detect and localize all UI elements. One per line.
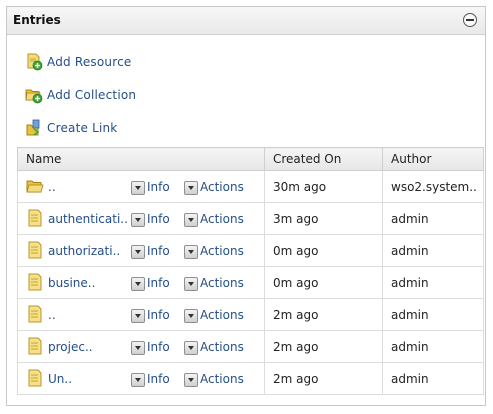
entries-panel: Entries Add Resource Add Collection Crea… xyxy=(6,6,486,406)
chevron-down-icon xyxy=(184,245,198,259)
created-on-cell: 2m ago xyxy=(264,330,383,363)
document-icon xyxy=(28,241,42,259)
panel-header: Entries xyxy=(7,7,485,35)
info-button[interactable]: Info xyxy=(131,212,170,227)
add-collection-label: Add Collection xyxy=(47,88,137,102)
add-resource-label: Add Resource xyxy=(47,55,132,69)
actions-button[interactable]: Actions xyxy=(184,244,244,259)
document-icon xyxy=(28,209,42,227)
name-cell: authenticati.. Info Actions xyxy=(17,202,265,235)
table-row: busine.. Info Actions 0m ago admin xyxy=(17,266,484,299)
author-cell: admin xyxy=(382,266,484,299)
info-button[interactable]: Info xyxy=(131,308,170,323)
chevron-down-icon xyxy=(184,309,198,323)
chevron-down-icon xyxy=(131,181,145,195)
name-cell: projec.. Info Actions xyxy=(17,330,265,363)
chevron-down-icon xyxy=(131,309,145,323)
folder-open-icon xyxy=(26,180,44,193)
entry-name-link[interactable]: Un.. xyxy=(48,372,72,386)
entries-table: Name Created On Author .. Info Actions 3… xyxy=(17,147,484,395)
info-button[interactable]: Info xyxy=(131,372,170,387)
actions-button[interactable]: Actions xyxy=(184,212,244,227)
chevron-down-icon xyxy=(184,341,198,355)
name-cell: .. Info Actions xyxy=(17,170,265,203)
add-resource-icon xyxy=(27,53,43,71)
author-cell: wso2.system.. xyxy=(382,170,484,203)
info-button[interactable]: Info xyxy=(131,340,170,355)
chevron-down-icon xyxy=(184,213,198,227)
author-cell: admin xyxy=(382,234,484,267)
collapse-minus-icon[interactable] xyxy=(463,13,477,27)
table-header-row: Name Created On Author xyxy=(17,147,484,171)
table-row: authenticati.. Info Actions 3m ago admin xyxy=(17,202,484,235)
document-icon xyxy=(28,369,42,387)
actions-button[interactable]: Actions xyxy=(184,372,244,387)
actions-button[interactable]: Actions xyxy=(184,308,244,323)
column-header-created-on: Created On xyxy=(264,147,383,171)
created-on-cell: 0m ago xyxy=(264,266,383,299)
create-link-label: Create Link xyxy=(47,121,118,135)
document-icon xyxy=(28,273,42,291)
name-cell: .. Info Actions xyxy=(17,298,265,331)
panel-title: Entries xyxy=(13,13,61,27)
info-button[interactable]: Info xyxy=(131,180,170,195)
entry-name-link[interactable]: projec.. xyxy=(48,340,93,354)
info-button[interactable]: Info xyxy=(131,244,170,259)
author-cell: admin xyxy=(382,298,484,331)
chevron-down-icon xyxy=(184,373,198,387)
author-cell: admin xyxy=(382,202,484,235)
create-link-icon xyxy=(26,119,40,136)
actions-button[interactable]: Actions xyxy=(184,340,244,355)
created-on-cell: 2m ago xyxy=(264,362,383,395)
created-on-cell: 3m ago xyxy=(264,202,383,235)
chevron-down-icon xyxy=(131,373,145,387)
entry-name-link[interactable]: authorizati.. xyxy=(48,244,120,258)
table-row: projec.. Info Actions 2m ago admin xyxy=(17,330,484,363)
name-cell: busine.. Info Actions xyxy=(17,266,265,299)
name-cell: Un.. Info Actions xyxy=(17,362,265,395)
add-collection-icon xyxy=(25,89,43,104)
document-icon xyxy=(28,305,42,323)
column-header-name: Name xyxy=(17,147,265,171)
document-icon xyxy=(28,337,42,355)
entry-name-link[interactable]: .. xyxy=(48,180,56,194)
author-cell: admin xyxy=(382,330,484,363)
chevron-down-icon xyxy=(131,341,145,355)
chevron-down-icon xyxy=(131,213,145,227)
entry-name-link[interactable]: busine.. xyxy=(48,276,95,290)
chevron-down-icon xyxy=(131,245,145,259)
author-cell: admin xyxy=(382,362,484,395)
created-on-cell: 2m ago xyxy=(264,298,383,331)
name-cell: authorizati.. Info Actions xyxy=(17,234,265,267)
column-header-author: Author xyxy=(382,147,484,171)
actions-button[interactable]: Actions xyxy=(184,276,244,291)
created-on-cell: 0m ago xyxy=(264,234,383,267)
created-on-cell: 30m ago xyxy=(264,170,383,203)
table-row: authorizati.. Info Actions 0m ago admin xyxy=(17,234,484,267)
entry-name-link[interactable]: authenticati.. xyxy=(48,212,128,226)
chevron-down-icon xyxy=(184,181,198,195)
table-row: .. Info Actions 2m ago admin xyxy=(17,298,484,331)
entry-name-link[interactable]: .. xyxy=(48,308,56,322)
table-row: Un.. Info Actions 2m ago admin xyxy=(17,362,484,395)
info-button[interactable]: Info xyxy=(131,276,170,291)
table-row: .. Info Actions 30m ago wso2.system.. xyxy=(17,170,484,203)
chevron-down-icon xyxy=(184,277,198,291)
chevron-down-icon xyxy=(131,277,145,291)
actions-button[interactable]: Actions xyxy=(184,180,244,195)
